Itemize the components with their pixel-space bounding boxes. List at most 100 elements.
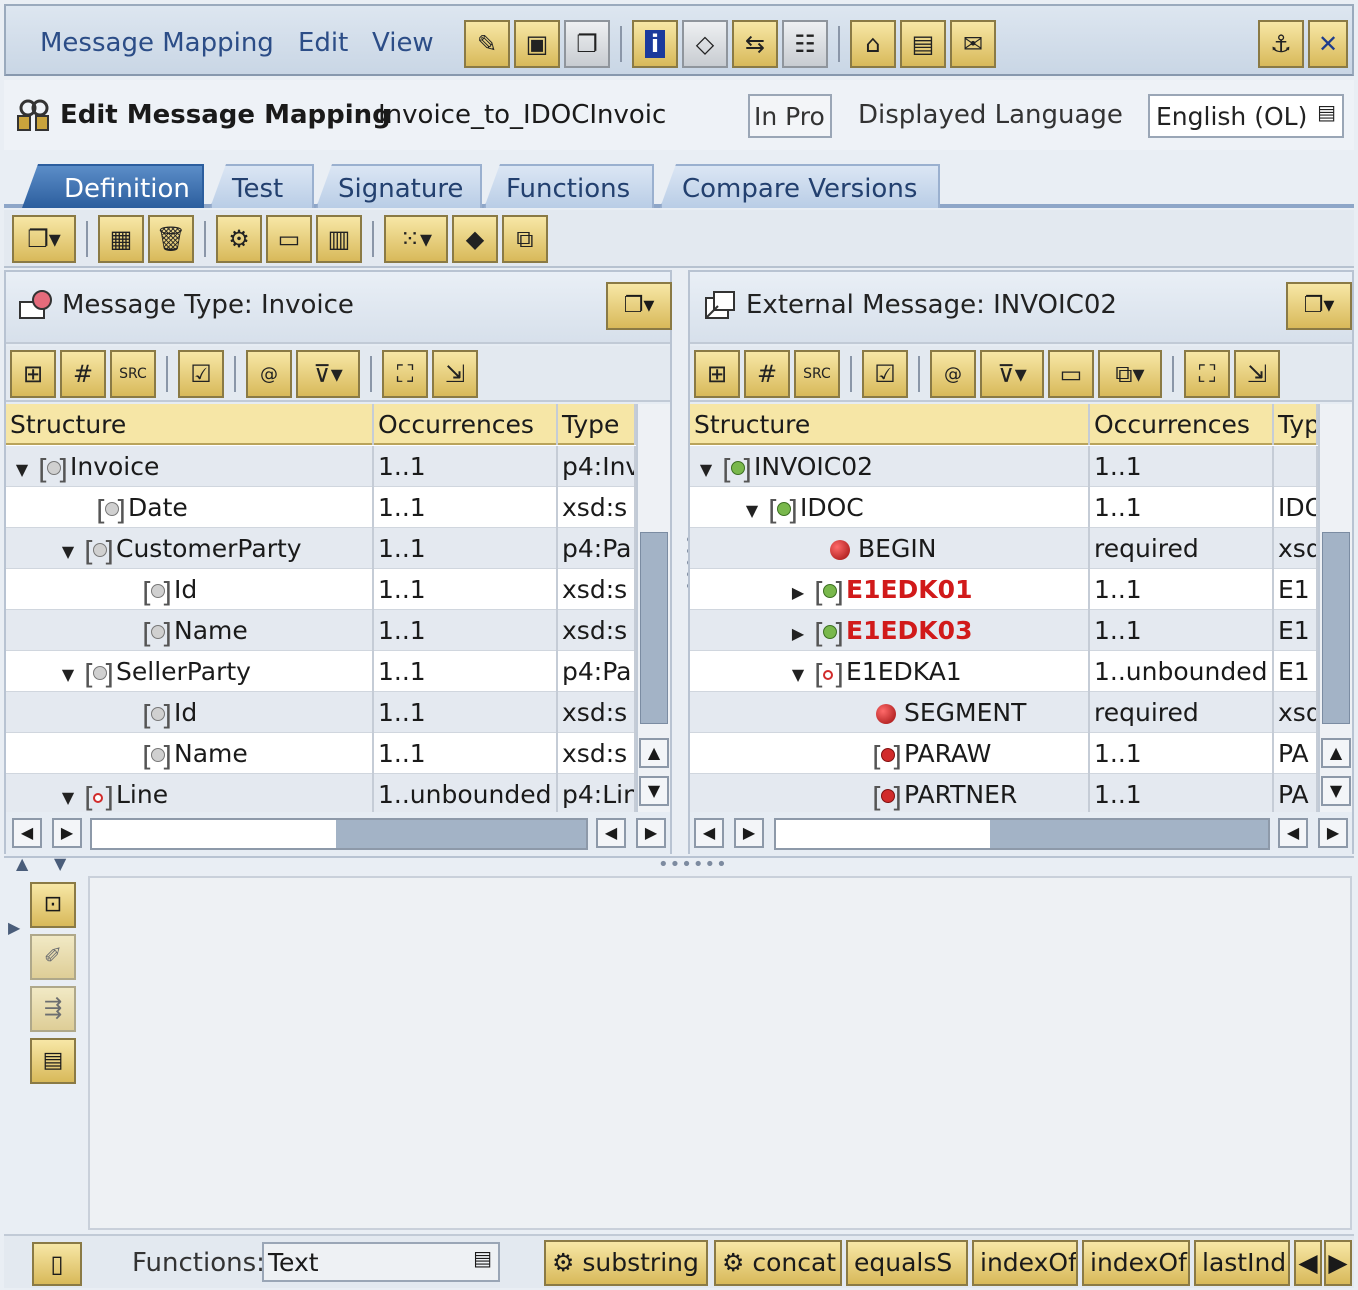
function-category-select[interactable]: Text ▤ — [262, 1242, 500, 1282]
column-structure[interactable]: Structure — [690, 404, 1090, 445]
scroll-right-icon[interactable]: ▶ — [1318, 818, 1348, 848]
mapping-diamond-icon[interactable]: ◆ — [452, 215, 498, 263]
copy-icon[interactable]: ❐ — [564, 20, 610, 68]
eraser-icon[interactable]: ◇ — [682, 20, 728, 68]
table-row[interactable]: Date 1..1 xsd:s — [6, 487, 636, 528]
scroll-right-icon[interactable]: ▶ — [734, 818, 764, 848]
panel-options-icon[interactable]: ❐▾ — [606, 282, 672, 330]
scroll-right-icon[interactable]: ▶ — [52, 818, 82, 848]
collapse-down-icon[interactable]: ▼ — [54, 854, 66, 873]
table-row[interactable]: Id 1..1 xsd:s — [6, 569, 636, 610]
document-icon[interactable]: ▭ — [1048, 350, 1094, 398]
scroll-down-icon[interactable]: ▼ — [1321, 776, 1351, 806]
function-equalss-button[interactable]: equalsS — [846, 1240, 968, 1286]
scroll-up-icon[interactable]: ▲ — [1321, 738, 1351, 768]
collapse-icon[interactable]: ▼ — [58, 654, 78, 692]
table-row[interactable]: ▼ CustomerParty 1..1 p4:Pa — [6, 528, 636, 569]
expand-icon[interactable]: ▶ — [788, 572, 808, 610]
clipboard-icon[interactable]: ▤ — [30, 1038, 76, 1084]
scrollbar-thumb[interactable] — [1322, 532, 1350, 724]
table-row[interactable]: PARAW 1..1 PA — [690, 733, 1318, 774]
horizontal-track[interactable] — [90, 818, 588, 850]
binoculars-icon[interactable]: ⛶ — [1184, 350, 1230, 398]
namespace-icon[interactable]: @ — [246, 350, 292, 398]
tab-functions[interactable]: Functions — [484, 164, 654, 208]
column-occurrences[interactable]: Occurrences — [1090, 404, 1274, 445]
function-lastindexof-button[interactable]: lastInd — [1194, 1240, 1290, 1286]
view-dropdown-icon[interactable]: ❐▾ — [12, 215, 76, 263]
table-row[interactable]: ▶ E1EDK01 1..1 E1 — [690, 569, 1318, 610]
table-row[interactable]: ▼ INVOIC02 1..1 — [690, 446, 1318, 487]
book-icon[interactable]: ▤ — [900, 20, 946, 68]
where-used-icon[interactable]: ⇆ — [732, 20, 778, 68]
collapse-icon[interactable]: ▼ — [12, 449, 32, 487]
scroll-left-icon[interactable]: ◀ — [12, 818, 42, 848]
scroll-right-icon[interactable]: ▶ — [636, 818, 666, 848]
menu-view[interactable]: View — [372, 28, 434, 58]
scroll-right-icon[interactable]: ▶ — [1324, 1240, 1352, 1286]
copy-dropdown-icon[interactable]: ⧉▾ — [1098, 350, 1162, 398]
binoculars-icon[interactable]: ⛶ — [382, 350, 428, 398]
tab-compare-versions[interactable]: Compare Versions — [660, 164, 940, 208]
collapse-icon[interactable]: ▼ — [58, 531, 78, 569]
table-row[interactable]: PARTNER 1..1 PA — [690, 774, 1318, 812]
scroll-left-icon[interactable]: ◀ — [596, 818, 626, 848]
src-icon[interactable]: SRC — [794, 350, 840, 398]
table-row[interactable]: Name 1..1 xsd:s — [6, 733, 636, 774]
table-grid-icon[interactable]: # — [744, 350, 790, 398]
menu-message-mapping[interactable]: Message Mapping — [40, 28, 274, 58]
hat-icon[interactable]: ⌂ — [850, 20, 896, 68]
delete-icon[interactable]: 🗑 — [148, 215, 194, 263]
scrollbar-thumb[interactable] — [336, 820, 586, 848]
table-row[interactable]: Id 1..1 xsd:s — [6, 692, 636, 733]
insert-node-icon[interactable]: ⊡ — [30, 882, 76, 928]
source-vertical-scrollbar[interactable]: ▲ ▼ — [636, 404, 670, 812]
grid-icon[interactable]: ▦ — [98, 215, 144, 263]
panel-options-icon[interactable]: ❐▾ — [1286, 282, 1352, 330]
settings-icon[interactable]: ⚙ — [216, 215, 262, 263]
duplicate-icon[interactable]: ⧉ — [502, 215, 548, 263]
align-icon[interactable]: ⇶ — [30, 986, 76, 1032]
function-concat-button[interactable]: ⚙ concat — [714, 1240, 842, 1286]
filter-check-icon[interactable]: ☑ — [862, 350, 908, 398]
document-icon[interactable]: ▭ — [266, 215, 312, 263]
mapping-canvas[interactable] — [88, 876, 1352, 1230]
scroll-up-icon[interactable]: ▲ — [639, 738, 669, 768]
scroll-icon[interactable]: ✉ — [950, 20, 996, 68]
scroll-left-icon[interactable]: ◀ — [694, 818, 724, 848]
collapse-icon[interactable]: ▼ — [742, 490, 762, 528]
splitter-handle[interactable]: •••••• — [658, 854, 728, 875]
tree-icon[interactable]: ⊞ — [10, 350, 56, 398]
dependencies-icon[interactable]: ⁙▾ — [384, 215, 448, 263]
function-indexof-button[interactable]: indexOf — [972, 1240, 1078, 1286]
layout-icon[interactable]: ▥ — [316, 215, 362, 263]
filter-dropdown-icon[interactable]: ⊽▾ — [980, 350, 1044, 398]
table-row[interactable]: ▼ E1EDKA1 1..unbounded E1 — [690, 651, 1318, 692]
save-icon[interactable]: ▣ — [514, 20, 560, 68]
close-icon[interactable]: ✕ — [1308, 20, 1348, 68]
info-icon[interactable]: i — [632, 20, 678, 68]
filter-dropdown-icon[interactable]: ⊽▾ — [296, 350, 360, 398]
scrollbar-thumb[interactable] — [640, 532, 668, 724]
table-grid-icon[interactable]: # — [60, 350, 106, 398]
table-row[interactable]: ▼ Invoice 1..1 p4:Inv — [6, 446, 636, 487]
brush-icon[interactable]: ✐ — [30, 934, 76, 980]
collapse-icon[interactable]: ▼ — [788, 654, 808, 692]
column-type[interactable]: Type — [558, 404, 636, 445]
horizontal-track[interactable] — [774, 818, 1270, 850]
export-icon[interactable]: ⇲ — [432, 350, 478, 398]
column-type[interactable]: Typ — [1274, 404, 1318, 445]
edit-pencil-icon[interactable]: ✎ — [464, 20, 510, 68]
table-row[interactable]: ▼ Line 1..unbounded p4:Lin — [6, 774, 636, 812]
target-vertical-scrollbar[interactable]: ▲ ▼ — [1318, 404, 1352, 812]
namespace-icon[interactable]: @ — [930, 350, 976, 398]
table-row[interactable]: Name 1..1 xsd:s — [6, 610, 636, 651]
side-collapse-icon[interactable]: ▶ — [8, 918, 20, 937]
new-page-icon[interactable]: ▯ — [32, 1242, 82, 1286]
scroll-left-icon[interactable]: ◀ — [1294, 1240, 1322, 1286]
menu-edit[interactable]: Edit — [298, 28, 348, 58]
structure-icon[interactable]: ☷ — [782, 20, 828, 68]
table-row[interactable]: ▼ SellerParty 1..1 p4:Pa — [6, 651, 636, 692]
column-occurrences[interactable]: Occurrences — [374, 404, 558, 445]
language-select[interactable]: English (OL) ▤ — [1148, 94, 1344, 138]
